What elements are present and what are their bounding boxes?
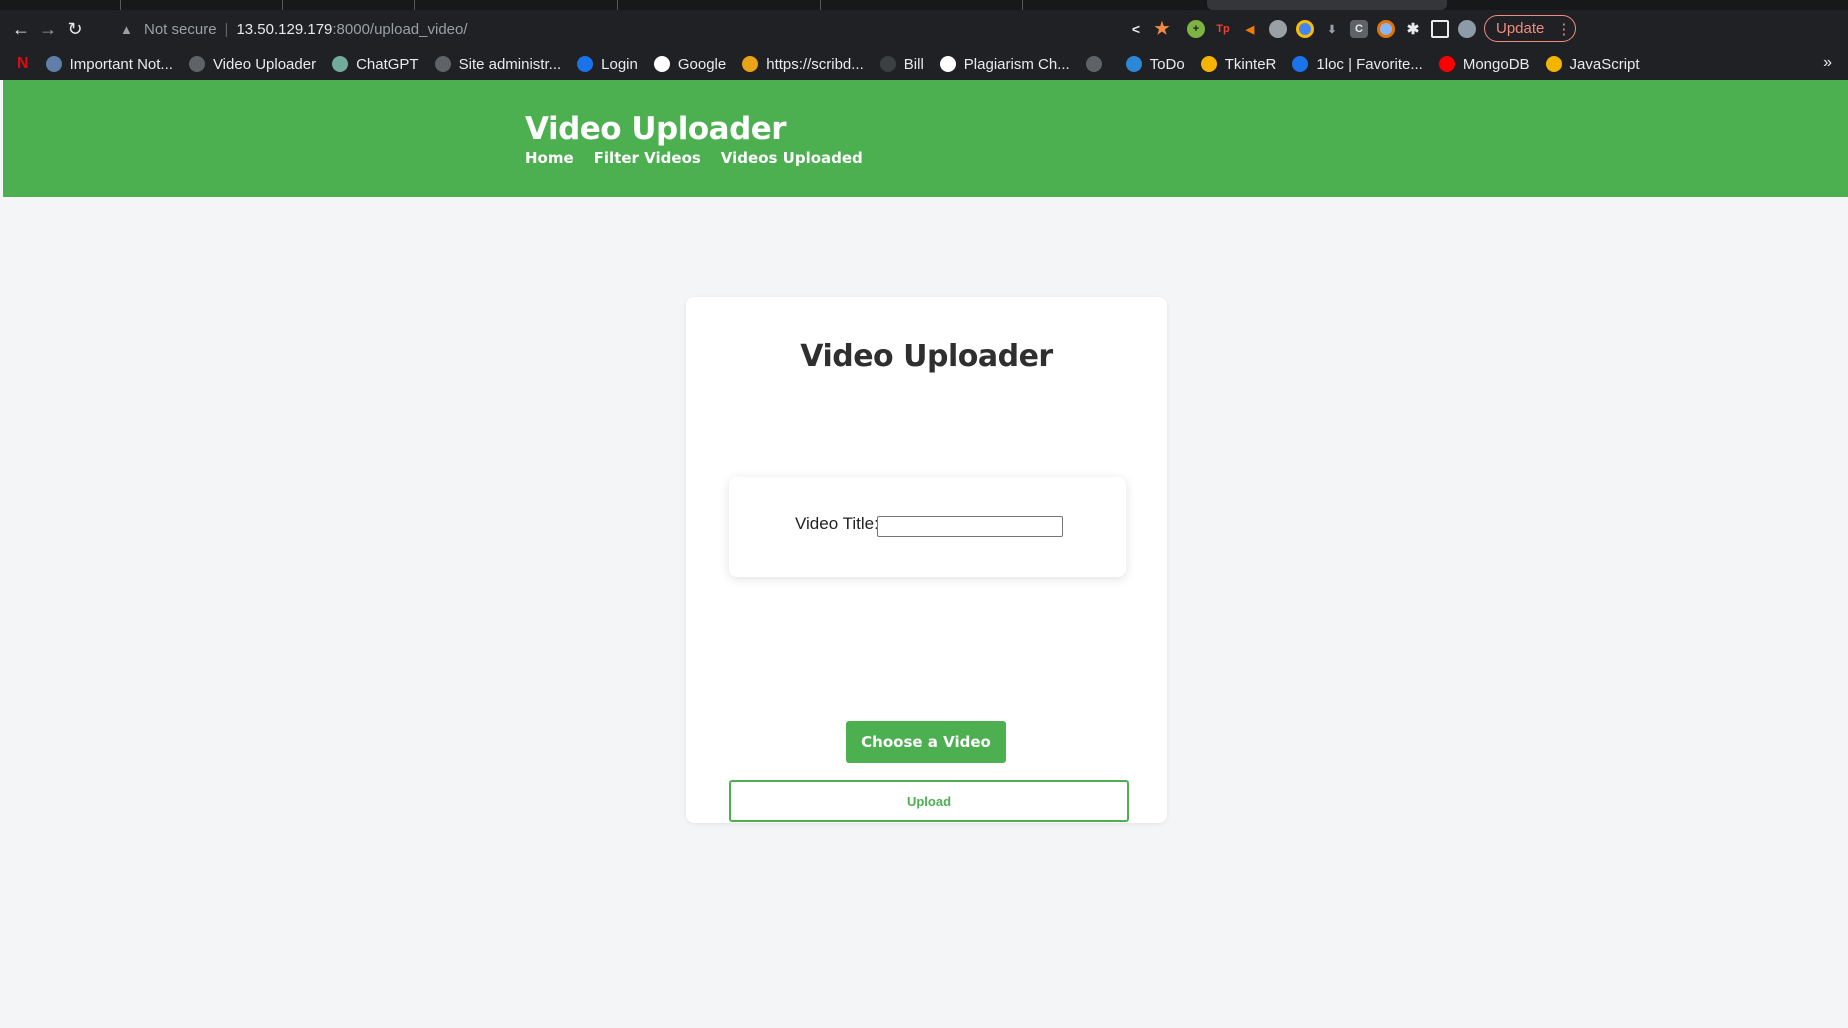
bookmark-item[interactable]: JavaScript [1545,55,1640,73]
bookmark-item[interactable]: Site administr... [434,55,562,73]
bookmark-item[interactable]: https://scribd... [742,56,864,73]
globe-icon [188,56,205,72]
bookmark-item[interactable]: TkinteR [1200,55,1277,73]
star-icon[interactable]: ★ [1153,19,1171,38]
bookmark-item[interactable]: Bill [879,55,924,73]
url-host: 13.50.129.179 [236,20,333,38]
bookmark-item[interactable]: Google [653,55,727,73]
bookmark-label: 1loc | Favorite... [1316,55,1423,73]
menu-icon[interactable]: ⋮ [1556,20,1571,38]
site-header: Video Uploader Home Filter Videos Videos… [3,80,1848,197]
warning-icon: ▲ [120,21,133,37]
bookmark-label: Google [677,55,727,73]
scribd-icon [742,56,759,72]
extension-audio-icon[interactable]: ◀ [1241,20,1259,38]
doc-icon [45,56,62,72]
profile-avatar-icon[interactable] [1458,20,1476,38]
url-path: :8000/upload_video/ [332,20,468,38]
js-icon [1545,56,1562,72]
bookmark-label: Important Not... [69,55,173,73]
bookmark-item[interactable]: Important Not... [45,55,173,73]
bookmark-item[interactable]: Video Uploader [188,55,317,73]
more-bookmarks-icon[interactable]: » [1823,54,1832,72]
bookmarks-bar: N Important Not... Video Uploader ChatGPT S… [0,48,1848,80]
active-tab[interactable] [1207,0,1447,10]
bookmark-label: ChatGPT [356,55,419,73]
address-bar[interactable]: ▲ Not secure | 13.50.129.179:8000/upload… [112,13,1205,45]
todo-icon [1125,56,1142,72]
bookmark-label: Site administr... [458,55,562,73]
sidepanel-icon[interactable] [1431,20,1449,38]
upload-card: Video Uploader Video Title: Choose a Vid… [686,297,1167,823]
extension-add-icon[interactable]: + [1187,20,1205,38]
browser-chrome: ← → ↻ ▲ Not secure | 13.50.129.179:8000/… [0,0,1848,80]
update-button[interactable]: Update ⋮ [1484,15,1576,42]
1loc-icon [1292,56,1309,72]
bookmark-label: Plagiarism Ch... [963,55,1070,73]
card-title: Video Uploader [800,339,1053,374]
site-nav: Home Filter Videos Videos Uploaded [525,149,883,167]
sst-icon [939,56,956,72]
reload-icon[interactable]: ↻ [62,16,88,42]
arrow-icon [577,56,594,72]
bookmark-label: TkinteR [1224,55,1277,73]
globe-icon [434,56,451,72]
chatgpt-icon [332,56,349,72]
bookmark-item[interactable]: Login [577,56,638,73]
nav-home-link[interactable]: Home [525,149,574,167]
puzzle-icon[interactable]: ✱ [1404,20,1422,38]
bookmark-label: Video Uploader [212,55,317,73]
upload-button[interactable]: Upload [729,780,1129,822]
bookmark-netflix[interactable]: N [17,55,29,73]
omnibox-separator: | [224,20,229,38]
bookmark-label: https://scribd... [766,55,864,73]
extension-tp-icon[interactable]: Tp [1214,20,1232,38]
netflix-icon: N [17,55,29,72]
bookmark-item[interactable]: ChatGPT [332,56,419,73]
bookmark-item[interactable]: MongoDB [1438,55,1530,73]
extension-badge-icon[interactable] [1377,20,1395,38]
bill-icon [879,56,896,72]
site-title: Video Uploader [525,111,787,147]
video-title-input[interactable] [877,516,1063,537]
share-icon[interactable]: < [1127,20,1145,38]
bookmark-label: JavaScript [1569,55,1640,73]
google-icon [653,56,670,72]
extension-c-icon[interactable]: C [1350,20,1368,38]
choose-video-button[interactable]: Choose a Video [846,721,1006,763]
forward-icon[interactable]: → [35,16,61,42]
tab-strip [0,0,1848,10]
security-label[interactable]: Not secure [144,21,217,38]
extension-gear-icon[interactable] [1269,20,1287,38]
bookmark-item[interactable]: 1loc | Favorite... [1292,55,1423,73]
bookmark-item[interactable] [1085,56,1110,72]
nav-filter-videos-link[interactable]: Filter Videos [594,149,701,167]
extension-color-icon[interactable] [1296,20,1314,38]
globe-icon [1085,56,1102,72]
bookmark-item[interactable]: Plagiarism Ch... [939,55,1070,73]
youtube-icon [1438,56,1455,72]
bookmark-label: Bill [903,55,924,73]
upload-form: Video Title: [729,477,1126,577]
tkinter-icon [1200,56,1217,72]
update-label: Update [1496,20,1545,37]
page-content: Video Uploader Home Filter Videos Videos… [3,80,1848,1028]
bookmark-item[interactable]: ToDo [1125,55,1185,73]
extension-download-icon[interactable]: ⬇ [1323,20,1341,38]
back-icon[interactable]: ← [8,16,34,42]
nav-videos-uploaded-link[interactable]: Videos Uploaded [721,149,863,167]
browser-toolbar: ← → ↻ ▲ Not secure | 13.50.129.179:8000/… [0,10,1848,48]
bookmark-label: MongoDB [1462,55,1530,73]
video-title-label: Video Title: [795,514,879,533]
bookmark-label: Login [601,55,638,73]
bookmark-label: ToDo [1149,55,1185,73]
